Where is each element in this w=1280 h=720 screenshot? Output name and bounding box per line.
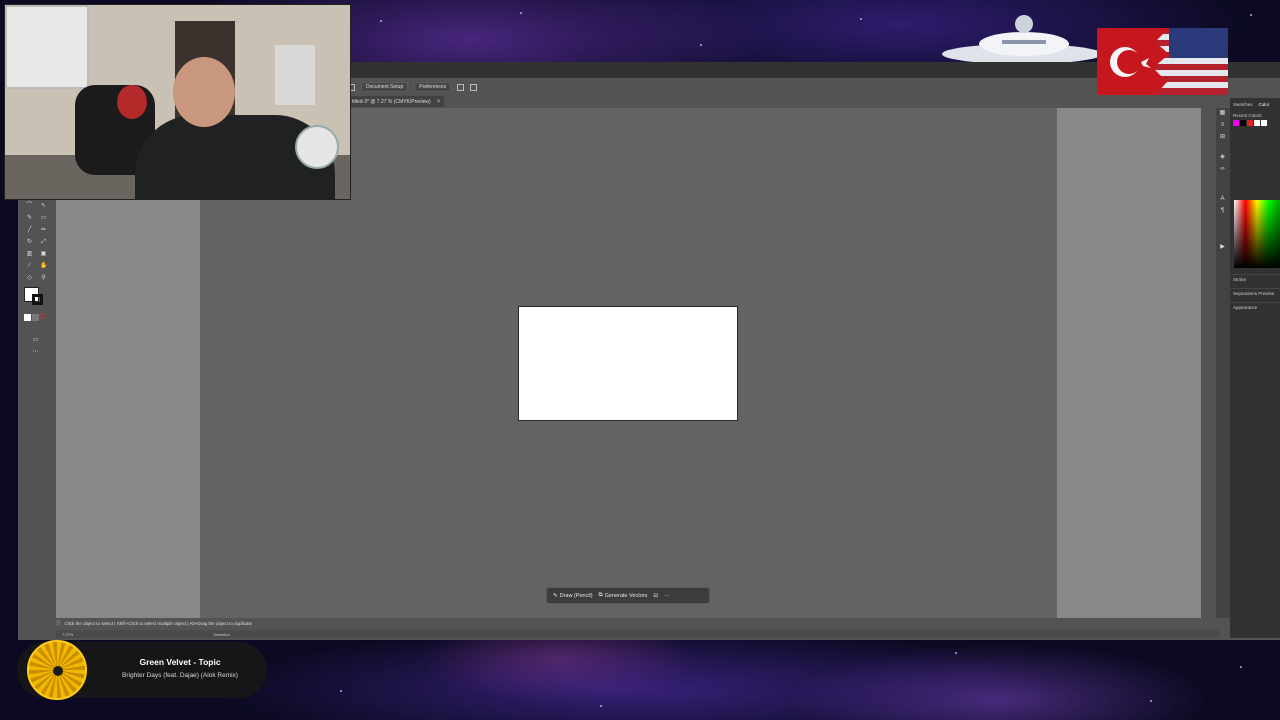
panel-stroke[interactable]: Stroke	[1230, 274, 1280, 284]
swatch[interactable]	[1261, 120, 1267, 126]
blend-tool-icon[interactable]: ◇	[26, 275, 33, 282]
close-icon[interactable]: ×	[437, 99, 441, 105]
fan	[295, 125, 339, 169]
generate-vectors-button[interactable]: ⧉ Generate Vectors	[599, 592, 648, 599]
brush-tool-icon[interactable]: ╱	[26, 227, 33, 234]
swatch[interactable]	[1247, 120, 1253, 126]
status-bar: ⓘ Click the object to select | Shift+Cli…	[56, 618, 1220, 628]
export-icon[interactable]	[470, 83, 478, 91]
color-spectrum[interactable]	[1234, 200, 1280, 268]
star	[380, 20, 382, 22]
star	[520, 12, 522, 14]
now-playing-widget: Green Velvet - Topic Brighter Days (feat…	[17, 640, 267, 700]
character-icon[interactable]: A	[1219, 196, 1226, 203]
none-mode-icon[interactable]: ⃠	[40, 314, 47, 321]
artboard[interactable]	[518, 306, 738, 421]
pen-tool-icon[interactable]: ✎	[26, 215, 33, 222]
now-playing-subtitle: Brighter Days (feat. Dajae) (Alok Remix)	[122, 672, 238, 679]
chair-logo	[117, 85, 147, 119]
star	[1250, 14, 1252, 16]
more-tools-icon[interactable]: ⋯	[32, 349, 39, 356]
star	[1240, 666, 1242, 668]
artboard-tool-icon[interactable]: ▣	[40, 251, 47, 258]
tab-swatches[interactable]: Swatches	[1233, 102, 1253, 107]
recent-colors	[1230, 120, 1280, 126]
play-icon[interactable]: ▶	[1219, 244, 1226, 251]
panel-separations[interactable]: Separations Preview	[1230, 288, 1280, 298]
tab-color[interactable]: Color	[1259, 102, 1270, 107]
album-art	[27, 640, 87, 700]
graph-tool-icon[interactable]: ▥	[26, 251, 33, 258]
shelf	[275, 45, 315, 105]
more-options-icon[interactable]: ···	[664, 593, 670, 599]
now-playing-title: Green Velvet - Topic	[139, 657, 221, 667]
document-tab-title: titled-3* @ 7.27 % (CMYK/Preview)	[352, 98, 431, 105]
pencil-tool-icon[interactable]: ✏	[40, 227, 47, 234]
panel-icon-strip: ▦ ≡ ⊞ ◈ ∞ A ¶ ▶	[1216, 108, 1230, 618]
layers-icon[interactable]: ◈	[1219, 154, 1226, 161]
star	[1150, 700, 1152, 702]
rotate-tool-icon[interactable]: ↻	[26, 239, 33, 246]
document-tab[interactable]: titled-3* @ 7.27 % (CMYK/Preview) ×	[348, 96, 445, 107]
gradient-mode-icon[interactable]	[32, 314, 39, 321]
eyedropper-tool-icon[interactable]: ⁄	[26, 263, 33, 270]
spaceship-overlay	[942, 15, 1102, 64]
preferences-button[interactable]: Preferences	[414, 82, 452, 92]
record-hole	[53, 666, 63, 676]
generate-vectors-label: Generate Vectors	[604, 592, 648, 599]
status-hint: Click the object to select | Shift+Click…	[64, 620, 253, 626]
contextual-task-bar: ✎ Draw (Pencil) ⧉ Generate Vectors ⊟ ···	[546, 587, 710, 604]
scale-tool-icon[interactable]: ⤢	[40, 239, 47, 246]
webcam-overlay	[4, 4, 351, 200]
pencil-icon: ✎	[553, 592, 558, 599]
document-setup-button[interactable]: Document Setup	[361, 82, 409, 92]
links-icon[interactable]: ∞	[1219, 166, 1226, 173]
panel-appearance[interactable]: Appearance	[1230, 302, 1280, 312]
stroke-color-swatch[interactable]	[32, 294, 43, 305]
screen-mode-icon[interactable]: ▭	[32, 337, 39, 344]
current-tool: Selection	[213, 631, 230, 637]
star	[955, 652, 957, 654]
generate-icon: ⧉	[598, 592, 603, 598]
align-icon[interactable]: ≡	[1219, 122, 1226, 129]
star	[600, 705, 602, 707]
bottom-bar: 7.27% Selection	[56, 630, 1220, 638]
swatch[interactable]	[1240, 120, 1246, 126]
person-head	[173, 57, 235, 127]
transform-icon[interactable]: ⊞	[1219, 134, 1226, 141]
swatch[interactable]	[1254, 120, 1260, 126]
color-panel-group: Swatches Color Recent Colors Stroke Sepa…	[1230, 98, 1280, 638]
zoom-level[interactable]: 7.27%	[62, 632, 73, 637]
star	[700, 44, 702, 46]
hand-tool-icon[interactable]: ✋	[40, 263, 47, 270]
draw-pencil-label: Draw (Pencil)	[559, 592, 593, 599]
paragraph-icon[interactable]: ¶	[1219, 208, 1226, 215]
draw-pencil-button[interactable]: ✎ Draw (Pencil)	[553, 593, 593, 599]
pasteboard-left	[56, 199, 200, 618]
zoom-tool-icon[interactable]: ⚲	[40, 275, 47, 282]
whiteboard	[5, 5, 89, 89]
help-icon[interactable]: ⓘ	[56, 620, 61, 626]
tools-panel: ⌒ ↖ ✎ ▭ ╱ ✏ ↻ ⤢ ▥ ▣ ⁄ ✋ ◇ ⚲ ⃠ ▭ ⋯	[18, 199, 57, 618]
swatch[interactable]	[1233, 120, 1239, 126]
lasso-tool-icon[interactable]: ⌒	[26, 203, 33, 210]
eraser-tool-icon[interactable]: ▭	[40, 215, 47, 222]
direct-selection-icon[interactable]: ↖	[40, 203, 47, 210]
properties-icon[interactable]: ▦	[1219, 110, 1226, 117]
arrange-icon[interactable]	[457, 83, 465, 91]
star	[860, 18, 862, 20]
color-mode-icon[interactable]	[24, 314, 31, 321]
pin-icon[interactable]: ⊟	[653, 593, 658, 599]
star	[340, 690, 342, 692]
flag-overlay	[1097, 28, 1228, 95]
pasteboard-right	[1057, 108, 1201, 618]
recent-colors-label: Recent Colors	[1233, 113, 1262, 118]
